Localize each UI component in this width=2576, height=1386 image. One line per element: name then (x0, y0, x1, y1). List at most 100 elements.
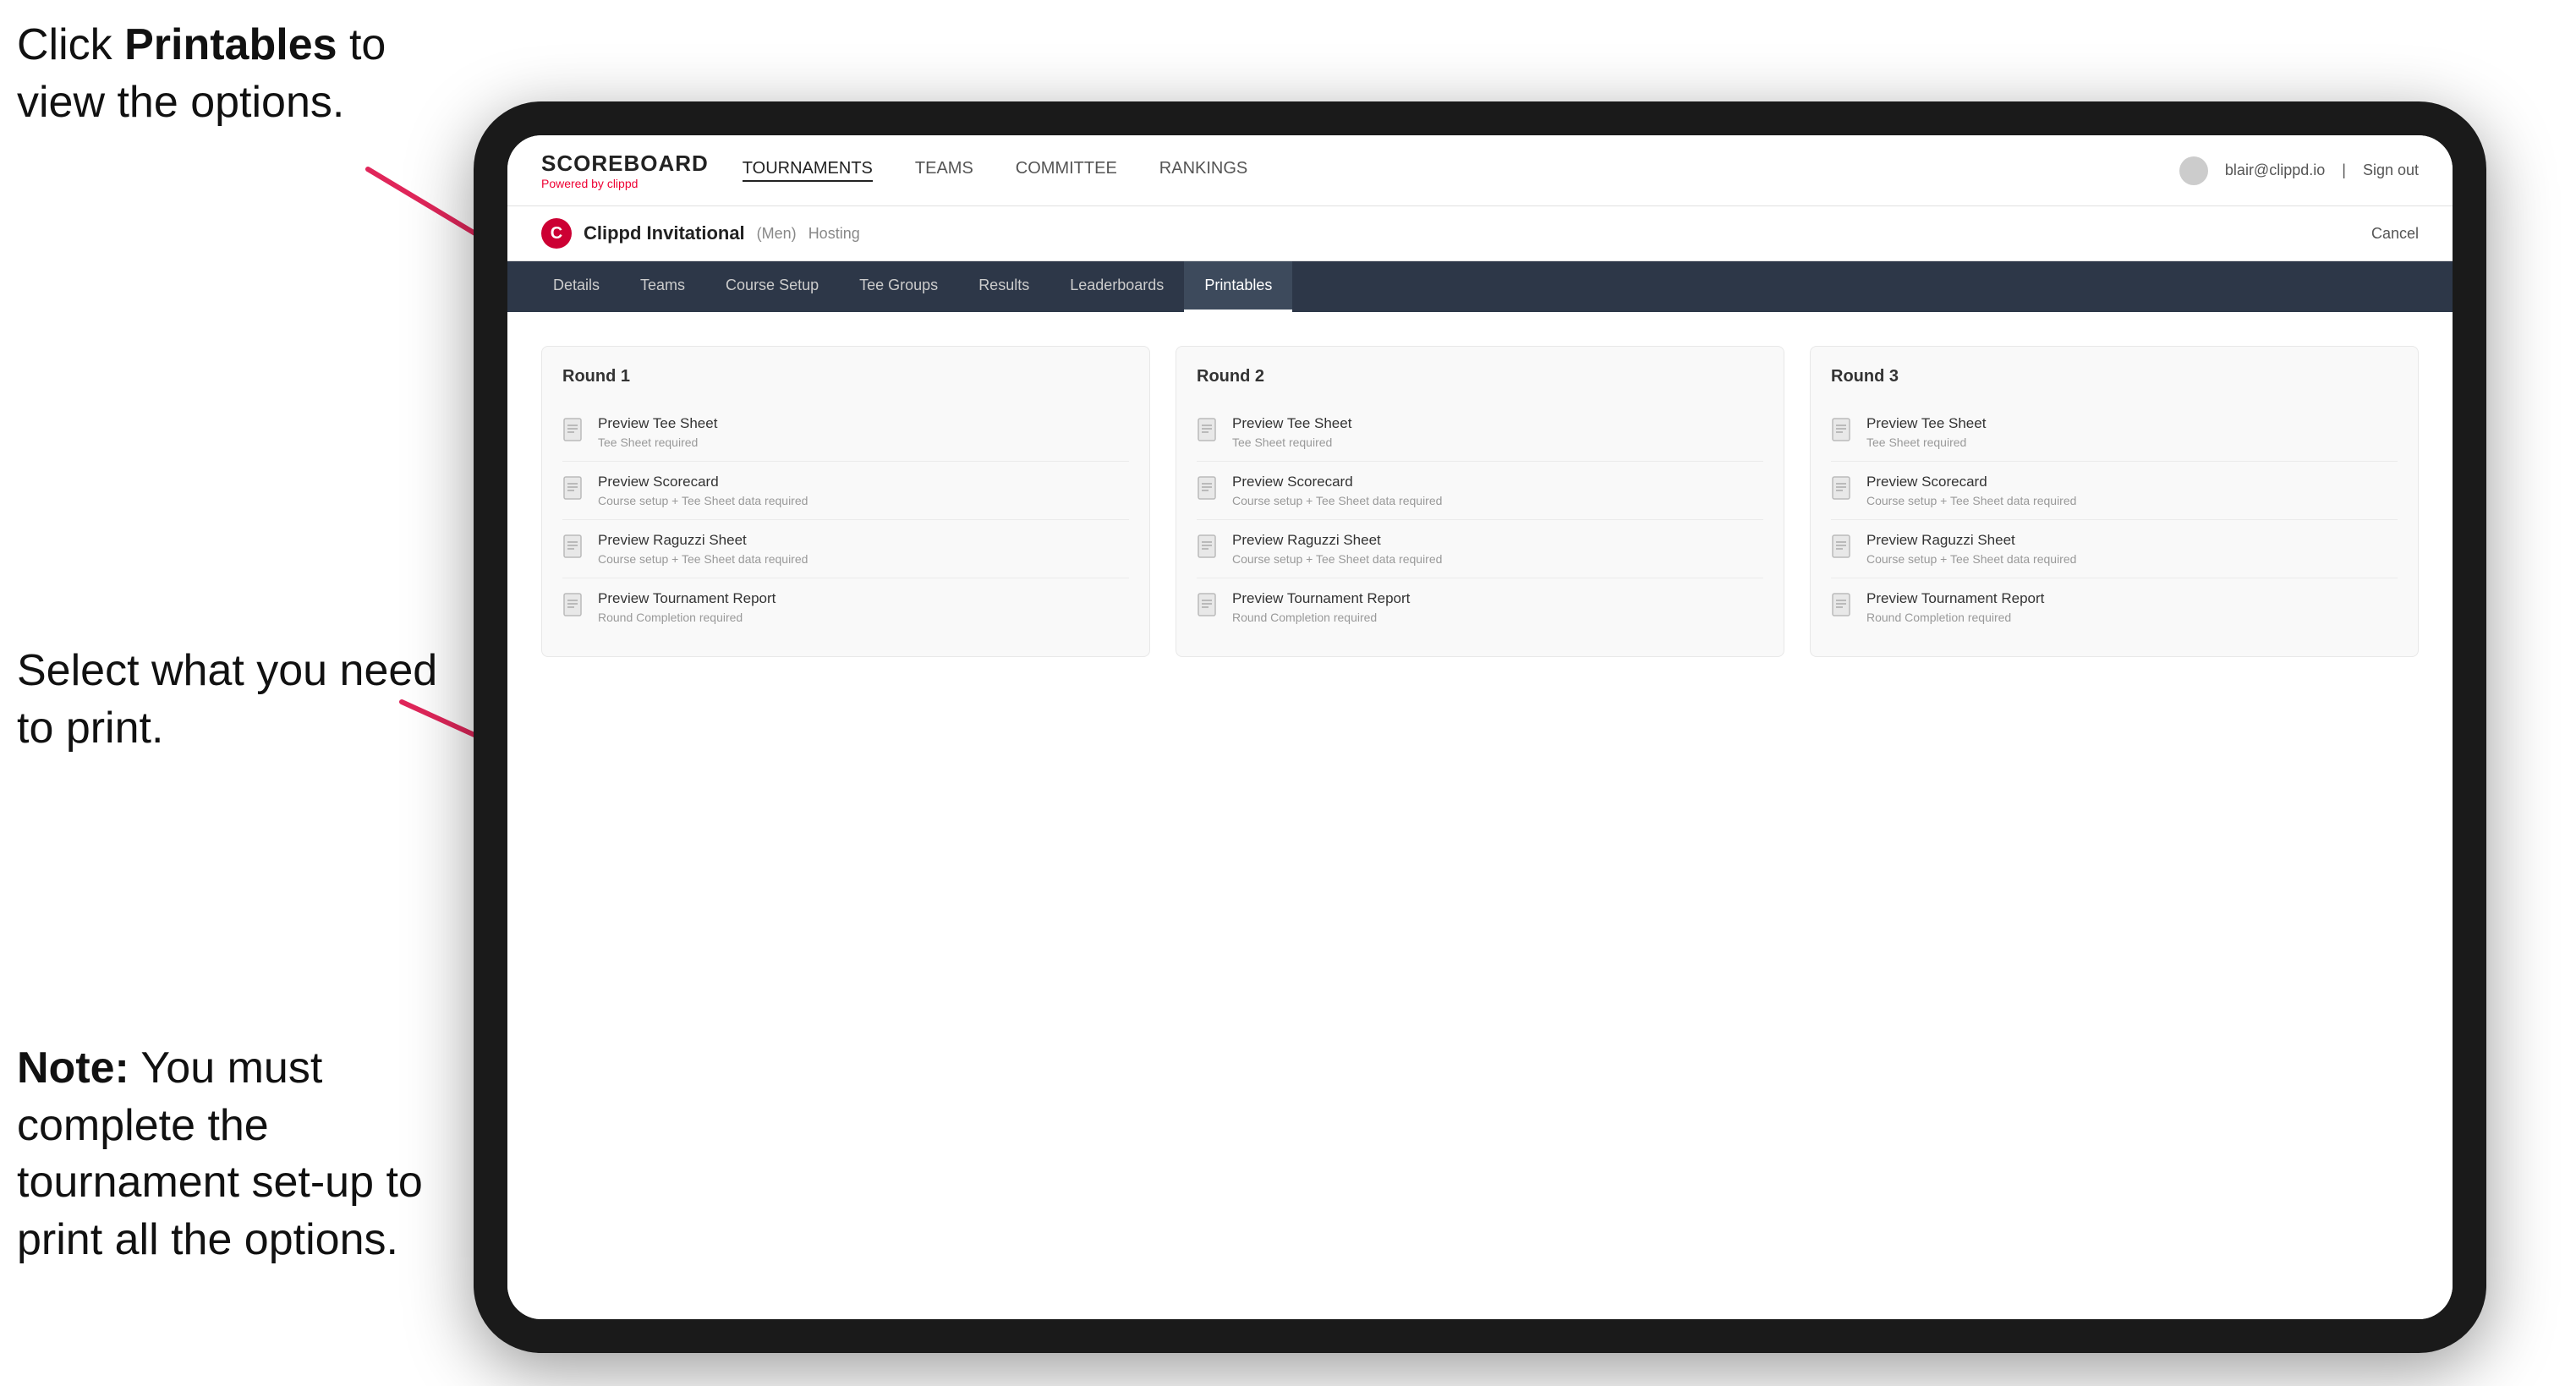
document-icon (1197, 417, 1220, 446)
print-item-name-r1-1: Preview Tee Sheet (598, 415, 717, 432)
brand: SCOREBOARD Powered by clippd (541, 151, 709, 190)
tournament-logo: C (541, 218, 572, 249)
document-icon (1197, 592, 1220, 621)
top-nav: SCOREBOARD Powered by clippd TOURNAMENTS… (507, 135, 2453, 206)
print-item-text-r1-3: Preview Raguzzi Sheet Course setup + Tee … (598, 532, 808, 566)
tournament-title: Clippd Invitational (584, 222, 745, 244)
tab-bar: Details Teams Course Setup Tee Groups Re… (507, 261, 2453, 312)
app-container: SCOREBOARD Powered by clippd TOURNAMENTS… (507, 135, 2453, 1319)
tab-details[interactable]: Details (533, 261, 620, 312)
document-icon (1831, 475, 1855, 504)
print-item-text-r2-2: Preview Scorecard Course setup + Tee Shee… (1232, 474, 1442, 507)
nav-links: TOURNAMENTS TEAMS COMMITTEE RANKINGS (743, 159, 1247, 182)
nav-tournaments[interactable]: TOURNAMENTS (743, 159, 873, 182)
print-item-req-r1-3: Course setup + Tee Sheet data required (598, 552, 808, 566)
annotation-top-prefix: Click (17, 20, 124, 69)
print-item-text-r1-1: Preview Tee Sheet Tee Sheet required (598, 415, 717, 449)
print-item-r2-2[interactable]: Preview Scorecard Course setup + Tee Shee… (1197, 462, 1763, 520)
tab-teams[interactable]: Teams (620, 261, 705, 312)
nav-teams[interactable]: TEAMS (915, 159, 973, 182)
round-2-title: Round 2 (1197, 367, 1763, 386)
round-1-section: Round 1 Preview Tee Sheet Tee Sheet requi… (541, 346, 1150, 657)
print-item-req-r3-2: Course setup + Tee Sheet data required (1866, 494, 2076, 507)
print-item-r1-1[interactable]: Preview Tee Sheet Tee Sheet required (562, 403, 1129, 462)
nav-separator: | (2342, 162, 2346, 179)
tab-tee-groups[interactable]: Tee Groups (839, 261, 958, 312)
tournament-status: Hosting (808, 225, 860, 243)
nav-committee[interactable]: COMMITTEE (1016, 159, 1117, 182)
print-item-r2-1[interactable]: Preview Tee SheetTee Sheet required (1197, 403, 1763, 462)
nav-right: blair@clippd.io | Sign out (2179, 156, 2419, 185)
document-icon (562, 475, 586, 504)
document-icon (1831, 592, 1855, 621)
print-item-r2-4[interactable]: Preview Tournament Report Round Completio… (1197, 578, 1763, 636)
nav-top-row: SCOREBOARD Powered by clippd TOURNAMENTS… (541, 151, 1247, 190)
print-item-r2-3[interactable]: Preview Raguzzi Sheet Course setup + Tee … (1197, 520, 1763, 578)
nav-signout[interactable]: Sign out (2363, 162, 2419, 179)
print-item-req-r1-2: Course setup + Tee Sheet data required (598, 494, 808, 507)
document-icon (562, 417, 586, 446)
brand-title: SCOREBOARD (541, 151, 709, 177)
print-item-text-r3-2: Preview Scorecard Course setup + Tee Shee… (1866, 474, 2076, 507)
sub-header: C Clippd Invitational (Men) Hosting Canc… (507, 206, 2453, 261)
print-item-req-r1-1: Tee Sheet required (598, 436, 717, 449)
print-item-req-r2-4: Round Completion required (1232, 611, 1410, 624)
nav-avatar (2179, 156, 2208, 185)
document-icon (1197, 475, 1220, 504)
round-2-section: Round 2 Preview Tee SheetTee Sheet requi… (1176, 346, 1784, 657)
print-item-name-r3-4: Preview Tournament Report (1866, 590, 2044, 607)
print-item-req-r2-3: Course setup + Tee Sheet data required (1232, 552, 1442, 566)
annotation-middle-text: Select what you need to print. (17, 646, 437, 753)
print-item-text-r2-4: Preview Tournament Report Round Completio… (1232, 590, 1410, 624)
tablet-screen: SCOREBOARD Powered by clippd TOURNAMENTS… (507, 135, 2453, 1319)
print-item-name-r1-4: Preview Tournament Report (598, 590, 776, 607)
round-1-title: Round 1 (562, 367, 1129, 386)
print-item-r1-3[interactable]: Preview Raguzzi Sheet Course setup + Tee … (562, 520, 1129, 578)
tab-leaderboards[interactable]: Leaderboards (1050, 261, 1184, 312)
print-item-req-r3-4: Round Completion required (1866, 611, 2044, 624)
print-item-r3-2[interactable]: Preview Scorecard Course setup + Tee Shee… (1831, 462, 2398, 520)
print-item-text-r3-3: Preview Raguzzi SheetCourse setup + Tee … (1866, 532, 2076, 566)
print-item-name-r1-2: Preview Scorecard (598, 474, 808, 490)
round-3-title: Round 3 (1831, 367, 2398, 386)
brand-sub: Powered by clippd (541, 177, 709, 190)
print-item-r3-4[interactable]: Preview Tournament Report Round Completio… (1831, 578, 2398, 636)
tab-results[interactable]: Results (958, 261, 1050, 312)
print-item-text-r1-2: Preview Scorecard Course setup + Tee Shee… (598, 474, 808, 507)
print-item-r1-2[interactable]: Preview Scorecard Course setup + Tee Shee… (562, 462, 1129, 520)
document-icon (1831, 417, 1855, 446)
document-icon (562, 592, 586, 621)
print-item-name-r2-3: Preview Raguzzi Sheet (1232, 532, 1442, 549)
tab-printables[interactable]: Printables (1184, 261, 1292, 312)
print-item-name-r3-1: Preview Tee Sheet (1866, 415, 1986, 432)
print-item-text-r2-3: Preview Raguzzi Sheet Course setup + Tee … (1232, 532, 1442, 566)
print-item-req-r2-2: Course setup + Tee Sheet data required (1232, 494, 1442, 507)
print-item-r1-4[interactable]: Preview Tournament Report Round Completio… (562, 578, 1129, 636)
tournament-division: (Men) (757, 225, 797, 243)
tab-course-setup[interactable]: Course Setup (705, 261, 839, 312)
print-item-name-r3-2: Preview Scorecard (1866, 474, 2076, 490)
cancel-button[interactable]: Cancel (2371, 225, 2419, 243)
annotation-bottom: Note: You must complete the tournament s… (17, 1040, 474, 1268)
print-item-text-r3-4: Preview Tournament Report Round Completio… (1866, 590, 2044, 624)
annotation-bottom-bold: Note: (17, 1044, 129, 1093)
nav-user-email: blair@clippd.io (2225, 162, 2325, 179)
print-item-req-r1-4: Round Completion required (598, 611, 776, 624)
print-item-r3-1[interactable]: Preview Tee SheetTee Sheet required (1831, 403, 2398, 462)
document-icon (1831, 534, 1855, 562)
rounds-grid: Round 1 Preview Tee Sheet Tee Sheet requi… (541, 346, 2419, 657)
print-item-text-r1-4: Preview Tournament Report Round Completio… (598, 590, 776, 624)
document-icon (1197, 534, 1220, 562)
tablet-frame: SCOREBOARD Powered by clippd TOURNAMENTS… (474, 101, 2486, 1353)
print-item-text-r2-1: Preview Tee SheetTee Sheet required (1232, 415, 1351, 449)
print-item-name-r2-2: Preview Scorecard (1232, 474, 1442, 490)
annotation-top-bold: Printables (124, 20, 337, 69)
document-icon (562, 534, 586, 562)
annotation-middle: Select what you need to print. (17, 643, 474, 757)
print-item-name-r2-4: Preview Tournament Report (1232, 590, 1410, 607)
nav-rankings[interactable]: RANKINGS (1159, 159, 1247, 182)
print-item-r3-3[interactable]: Preview Raguzzi SheetCourse setup + Tee … (1831, 520, 2398, 578)
print-item-name-r1-3: Preview Raguzzi Sheet (598, 532, 808, 549)
print-item-req-r3-3: Course setup + Tee Sheet data required (1866, 552, 2076, 566)
round-3-section: Round 3 Preview Tee SheetTee Sheet requi… (1810, 346, 2419, 657)
